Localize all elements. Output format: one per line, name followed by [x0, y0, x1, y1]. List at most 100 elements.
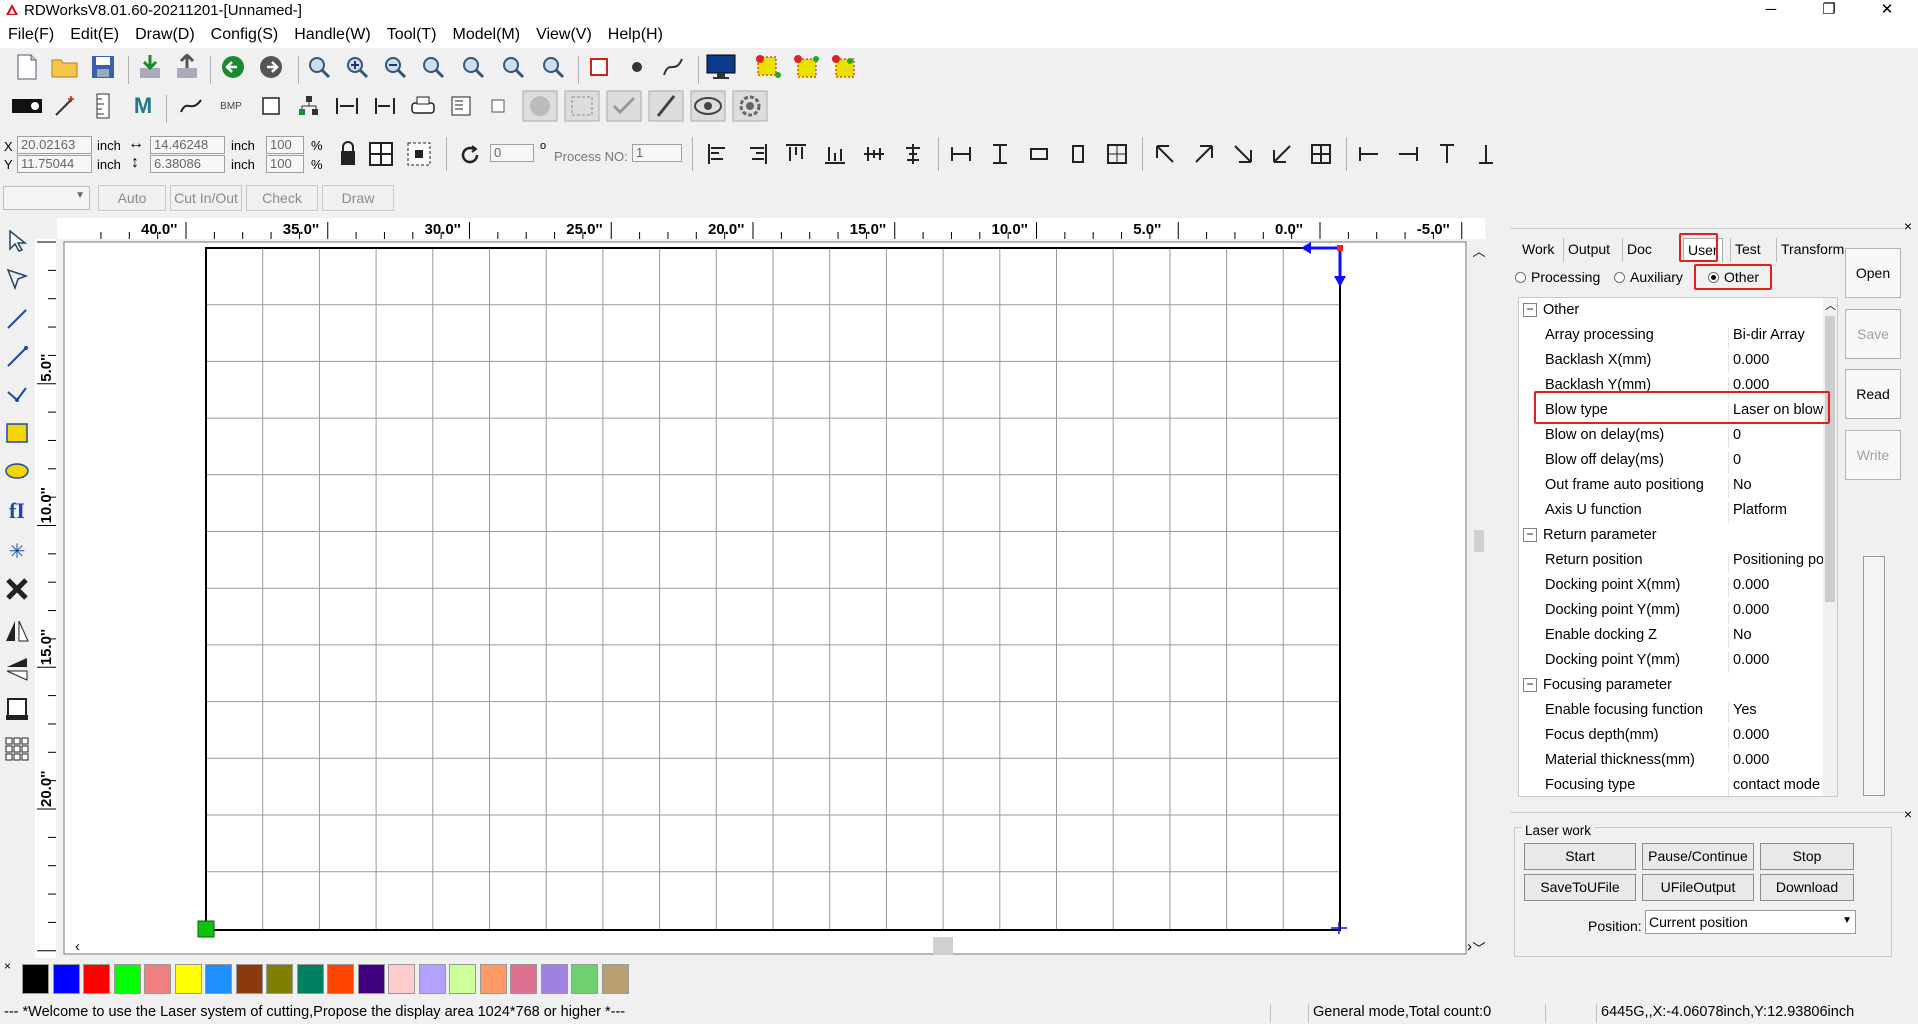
- palette-close-icon[interactable]: ×: [4, 959, 11, 973]
- radio-auxiliary[interactable]: Auxiliary: [1614, 269, 1683, 285]
- settings-gear-icon[interactable]: [730, 90, 770, 122]
- line-tool-icon[interactable]: [3, 305, 31, 333]
- align-top-icon[interactable]: [781, 139, 811, 169]
- curve-tool-icon[interactable]: [3, 381, 31, 409]
- property-row[interactable]: Return position Positioning point: [1519, 548, 1824, 573]
- select-frame-icon[interactable]: [562, 90, 602, 122]
- color-swatch[interactable]: [540, 964, 568, 994]
- move-right-icon[interactable]: [1393, 139, 1423, 169]
- tab-output[interactable]: Output: [1563, 238, 1615, 262]
- grid-position-icon[interactable]: [366, 139, 396, 169]
- export-icon[interactable]: [172, 52, 202, 82]
- scale-width-field[interactable]: 100: [266, 136, 304, 154]
- property-row[interactable]: Material thickness(mm) 0.000: [1519, 748, 1824, 773]
- property-scrollbar[interactable]: ︿: [1823, 298, 1837, 796]
- zoom-window-icon[interactable]: [304, 52, 334, 82]
- bitmap-icon[interactable]: BMP: [216, 91, 246, 121]
- start-button[interactable]: Start: [1524, 843, 1636, 870]
- property-group[interactable]: − Return parameter: [1519, 523, 1824, 548]
- color-swatch[interactable]: [388, 964, 415, 994]
- tab-test[interactable]: Test: [1730, 238, 1765, 262]
- color-swatch[interactable]: [83, 964, 110, 994]
- property-row[interactable]: Docking point Y(mm) 0.000: [1519, 648, 1824, 673]
- zoom-out-icon[interactable]: [380, 52, 410, 82]
- camera-icon[interactable]: [520, 90, 560, 122]
- menu-draw[interactable]: Draw(D): [127, 22, 203, 48]
- color-swatch[interactable]: [235, 964, 263, 994]
- undo-icon[interactable]: [218, 52, 248, 82]
- cut-in-out-button[interactable]: Cut In/Out: [170, 185, 242, 211]
- color-swatch[interactable]: [205, 964, 232, 994]
- array-copy-3-icon[interactable]: [830, 52, 860, 82]
- point-tool-icon[interactable]: ✳: [3, 537, 31, 565]
- property-value[interactable]: contact mode: [1728, 777, 1824, 796]
- save-to-ufile-button[interactable]: SaveToUFile: [1524, 874, 1636, 901]
- lock-icon[interactable]: [333, 139, 363, 169]
- height-field[interactable]: 6.38086: [150, 155, 225, 173]
- tab-work[interactable]: Work: [1518, 238, 1559, 262]
- property-row[interactable]: Backlash X(mm) 0.000: [1519, 348, 1824, 373]
- stop-button[interactable]: Stop: [1760, 843, 1854, 870]
- check-mark-icon[interactable]: [604, 90, 644, 122]
- array-tool-icon[interactable]: [3, 695, 31, 723]
- property-row[interactable]: Out frame auto positiong No: [1519, 473, 1824, 498]
- color-swatch[interactable]: [113, 964, 141, 994]
- drawing-canvas[interactable]: 40.0'' 35.0'' 30.0'' 25.0'' 20.0'' 15.0'' 10.0…: [35, 218, 1485, 958]
- move-left-icon[interactable]: [1354, 139, 1384, 169]
- array-copy-icon[interactable]: [754, 52, 784, 82]
- same-size-icon[interactable]: [1024, 139, 1054, 169]
- property-row[interactable]: Blow off delay(ms) 0: [1519, 448, 1824, 473]
- menu-config[interactable]: Config(S): [203, 22, 287, 48]
- color-swatch[interactable]: [601, 964, 629, 994]
- delete-icon[interactable]: [3, 575, 31, 603]
- center-position-icon[interactable]: [404, 139, 434, 169]
- tab-transform[interactable]: Transform: [1776, 238, 1849, 262]
- color-swatch[interactable]: [296, 964, 324, 994]
- property-value[interactable]: 0.000: [1728, 352, 1824, 373]
- eye-icon[interactable]: [688, 90, 728, 122]
- laser-device-icon[interactable]: [10, 91, 44, 121]
- redo-icon[interactable]: [256, 52, 286, 82]
- rotate-angle-field[interactable]: 0: [490, 144, 534, 162]
- position-dropdown[interactable]: Current position ▼: [1645, 910, 1856, 934]
- collapse-minus-icon[interactable]: −: [1523, 528, 1537, 542]
- color-swatch[interactable]: [510, 964, 537, 994]
- property-value[interactable]: No: [1728, 627, 1824, 648]
- property-group[interactable]: − Other: [1519, 298, 1824, 323]
- property-row[interactable]: Docking point X(mm) 0.000: [1519, 573, 1824, 598]
- same-width-icon[interactable]: [946, 139, 976, 169]
- monitor-icon[interactable]: [706, 52, 736, 82]
- menu-view[interactable]: View(V): [528, 22, 600, 48]
- magic-wand-icon[interactable]: [50, 91, 80, 121]
- zoom-page-icon[interactable]: [458, 52, 488, 82]
- node-edit-icon[interactable]: [622, 52, 652, 82]
- property-value[interactable]: 0.000: [1728, 602, 1824, 623]
- close-button[interactable]: ✕: [1864, 0, 1910, 22]
- layer-panel-icon[interactable]: [446, 91, 476, 121]
- color-swatch[interactable]: [449, 964, 476, 994]
- rotate-icon[interactable]: [455, 140, 485, 170]
- distribute-h-icon[interactable]: [332, 91, 362, 121]
- property-value[interactable]: Yes: [1728, 702, 1824, 723]
- property-value[interactable]: Platform: [1728, 502, 1824, 523]
- color-swatch[interactable]: [266, 964, 293, 994]
- color-swatch[interactable]: [479, 964, 507, 994]
- zoom-selected-icon[interactable]: [498, 52, 528, 82]
- move-top-left-icon[interactable]: [1150, 139, 1180, 169]
- color-swatch[interactable]: [22, 964, 49, 994]
- check-button[interactable]: Check: [246, 185, 318, 211]
- open-folder-icon[interactable]: [50, 52, 80, 82]
- layer-dropdown[interactable]: ▼: [3, 186, 90, 210]
- draw-button[interactable]: Draw: [322, 185, 394, 211]
- tab-doc[interactable]: Doc: [1622, 238, 1656, 262]
- process-no-field[interactable]: 1: [632, 144, 682, 162]
- curve-icon[interactable]: [176, 91, 206, 121]
- checkbox-icon[interactable]: [486, 91, 510, 121]
- width-field[interactable]: 14.46248: [150, 136, 225, 154]
- color-swatch[interactable]: [357, 964, 385, 994]
- property-value[interactable]: Positioning point: [1728, 552, 1824, 573]
- property-value[interactable]: Bi-dir Array: [1728, 327, 1824, 348]
- open-button[interactable]: Open: [1845, 248, 1901, 298]
- same-height-icon[interactable]: [985, 139, 1015, 169]
- pen-icon[interactable]: [646, 90, 686, 122]
